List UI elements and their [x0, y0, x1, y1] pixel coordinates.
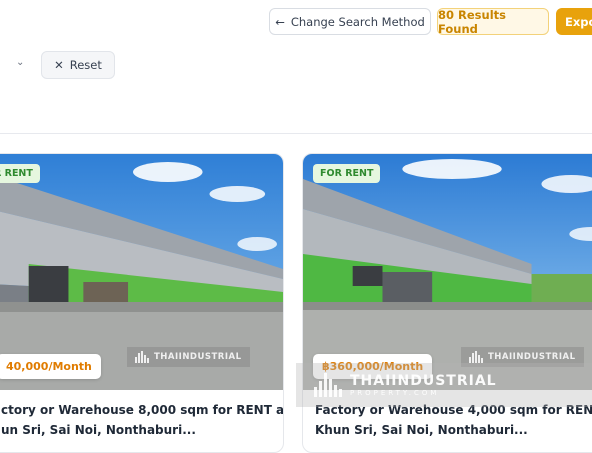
change-search-label: Change Search Method [290, 14, 425, 29]
arrow-left-icon: ← [275, 14, 285, 29]
chevron-down-icon[interactable]: ⌄ [16, 57, 24, 68]
reset-label: Reset [69, 58, 102, 72]
listing-status-tag: FOR RENT [313, 164, 381, 183]
listing-title-line1[interactable]: ctory or Warehouse 8,000 sqm for RENT at [1, 401, 283, 420]
listing-title-line2[interactable]: un Sri, Sai Noi, Nonthaburi... [1, 421, 196, 440]
watermark-bars-icon [314, 373, 342, 397]
results-count-badge: 80 Results Found [437, 8, 549, 36]
watermark-sub: PROPERTY.COM [350, 389, 440, 397]
listing-price: 40,000/Month [0, 354, 101, 379]
close-icon: ✕ [54, 58, 64, 72]
watermark-brand: THAIINDUSTRIAL [350, 373, 497, 389]
export-button[interactable]: Expor [556, 8, 592, 35]
watermark-bars-icon [135, 351, 149, 363]
watermark-overlay: THAIINDUSTRIAL PROPERTY.COM [296, 363, 592, 407]
divider [0, 133, 592, 134]
watermark-logo: THAIINDUSTRIAL [127, 347, 250, 367]
change-search-method-button[interactable]: ← Change Search Method [269, 8, 431, 35]
top-toolbar: ← Change Search Method 80 Results Found … [0, 0, 592, 44]
reset-button[interactable]: ✕ Reset [41, 51, 115, 79]
watermark-bars-icon [469, 351, 483, 363]
watermark-text: THAIINDUSTRIAL [154, 352, 242, 362]
watermark-text: THAIINDUSTRIAL [488, 352, 576, 362]
listing-title-line2[interactable]: Khun Sri, Sai Noi, Nonthaburi... [315, 421, 528, 440]
listing-status-tag: R RENT [0, 164, 40, 183]
listing-card[interactable]: FOR RENT THAIINDUSTRIAL ฿360,000/Month F… [302, 153, 592, 453]
listing-card[interactable]: R RENT THAIINDUSTRIAL 40,000/Month ctory… [0, 153, 284, 453]
